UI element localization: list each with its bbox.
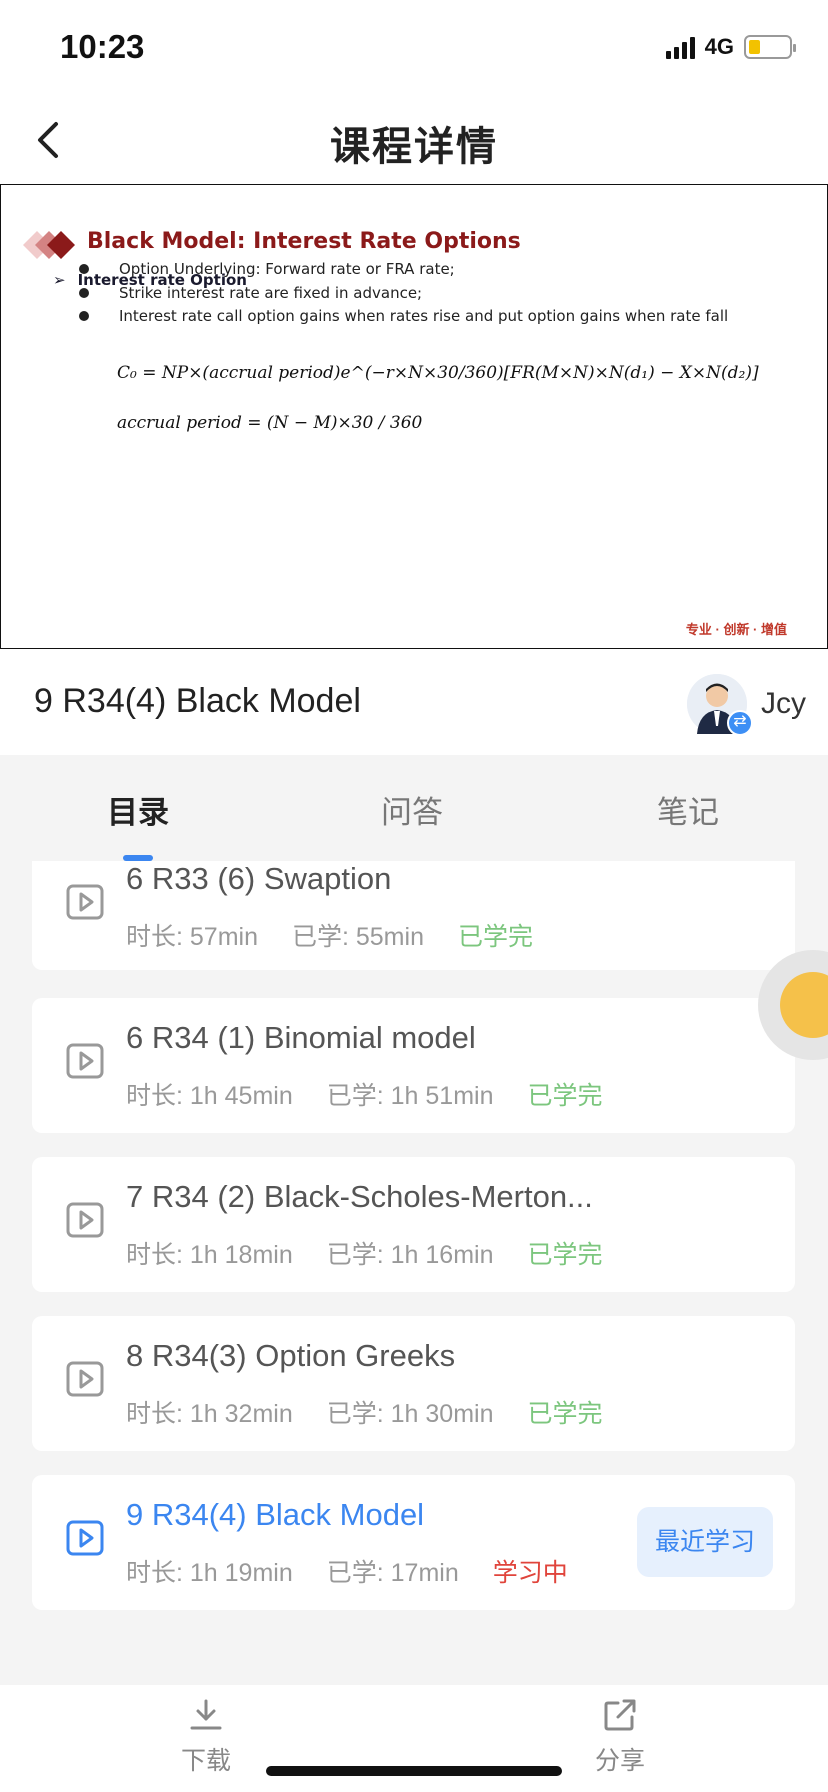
teacher-avatar[interactable]: ⇄ xyxy=(687,674,753,736)
share-label: 分享 xyxy=(594,1747,645,1775)
status-icons: 4G xyxy=(665,34,796,60)
lesson-info: 9 R34(4) Black Model ⇄ Jcy xyxy=(0,650,828,755)
tab-bar: 目录 问答 笔记 xyxy=(0,755,828,861)
chapter-status: 已学完 xyxy=(527,1400,603,1428)
chapter-item-current[interactable]: 9 R34(4) Black Model 时长: 1h 19min 已学: 17m… xyxy=(32,1475,795,1610)
slide-formula: accrual period = (N − M)×30 / 360 xyxy=(117,413,423,433)
network-label: 4G xyxy=(704,34,734,59)
download-button[interactable]: 下载 xyxy=(166,1697,246,1777)
recent-study-button[interactable]: 最近学习 xyxy=(637,1507,773,1577)
chapter-studied: 已学: 1h 51min xyxy=(326,1082,494,1110)
status-bar: 10:23 4G xyxy=(0,0,828,96)
download-label: 下载 xyxy=(180,1747,231,1775)
play-icon xyxy=(66,1043,104,1079)
teacher-name: Jcy xyxy=(761,687,806,720)
chapter-duration: 时长: 1h 45min xyxy=(126,1082,293,1110)
chapter-status: 已学完 xyxy=(457,923,533,951)
play-icon xyxy=(66,1361,104,1397)
signal-icon xyxy=(665,35,695,59)
slide-formula: C₀ = NP×(accrual period)e^(−r×N×30/360)[… xyxy=(117,363,759,383)
chapter-title: 6 R34 (1) Binomial model xyxy=(126,1020,476,1055)
video-player[interactable]: Black Model: Interest Rate Options ➢ Inte… xyxy=(0,184,828,649)
slide-title: Black Model: Interest Rate Options xyxy=(87,229,521,254)
download-icon xyxy=(190,1699,222,1730)
chapter-meta: 时长: 1h 32min 已学: 1h 30min 已学完 xyxy=(126,1394,603,1430)
tab-notes[interactable]: 笔记 xyxy=(657,787,719,832)
chapter-title: 9 R34(4) Black Model xyxy=(126,1497,425,1532)
chapter-meta: 时长: 57min 已学: 55min 已学完 xyxy=(126,917,533,953)
chapter-item[interactable]: 6 R33 (6) Swaption 时长: 57min 已学: 55min 已学完 xyxy=(32,861,795,970)
switch-icon: ⇄ xyxy=(727,710,753,736)
slide-decoration-icon xyxy=(23,231,75,259)
slide-brand: 专业 · 创新 · 增值 xyxy=(685,622,787,637)
chapter-item[interactable]: 8 R34(3) Option Greeks 时长: 1h 32min 已学: 1… xyxy=(32,1316,795,1451)
chapter-meta: 时长: 1h 19min 已学: 17min 学习中 xyxy=(126,1553,568,1589)
chapter-duration: 时长: 57min xyxy=(126,923,258,951)
chapter-title: 8 R34(3) Option Greeks xyxy=(126,1338,456,1373)
slide-bullet: Strike interest rate are fixed in advanc… xyxy=(79,282,777,304)
chapter-list[interactable]: 6 R33 (6) Swaption 时长: 57min 已学: 55min 已学完… xyxy=(32,861,795,1611)
slide-bullet: Option Underlying: Forward rate or FRA r… xyxy=(79,258,777,280)
chapter-duration: 时长: 1h 19min xyxy=(126,1559,293,1587)
play-icon xyxy=(66,884,104,920)
battery-icon xyxy=(744,35,796,59)
chapter-duration: 时长: 1h 32min xyxy=(126,1400,293,1428)
nav-header: 课程详情 xyxy=(0,96,828,184)
chapter-studied: 已学: 55min xyxy=(291,923,424,951)
teacher-info[interactable]: ⇄ Jcy xyxy=(687,674,806,736)
share-button[interactable]: 分享 xyxy=(580,1697,660,1777)
chapter-studied: 已学: 17min xyxy=(326,1559,459,1587)
chapter-status: 已学完 xyxy=(527,1082,603,1110)
chapter-duration: 时长: 1h 18min xyxy=(126,1241,293,1269)
chapter-meta: 时长: 1h 18min 已学: 1h 16min 已学完 xyxy=(126,1235,603,1271)
chapter-title: 6 R33 (6) Swaption xyxy=(126,861,392,896)
page-title: 课程详情 xyxy=(330,125,498,169)
lesson-title: 9 R34(4) Black Model xyxy=(34,682,361,720)
chapter-item[interactable]: 6 R34 (1) Binomial model 时长: 1h 45min 已学:… xyxy=(32,998,795,1133)
chapter-status: 已学完 xyxy=(527,1241,603,1269)
tab-qa[interactable]: 问答 xyxy=(381,787,443,832)
tab-catalog[interactable]: 目录 xyxy=(107,787,169,832)
share-icon xyxy=(604,1699,636,1731)
chapter-studied: 已学: 1h 30min xyxy=(326,1400,494,1428)
slide-bullet: Interest rate call option gains when rat… xyxy=(79,305,777,327)
play-icon xyxy=(66,1520,104,1556)
status-time: 10:23 xyxy=(60,28,145,65)
chapter-title: 7 R34 (2) Black-Scholes-Merton... xyxy=(126,1179,593,1214)
assistant-avatar-icon xyxy=(780,972,828,1038)
chapter-meta: 时长: 1h 45min 已学: 1h 51min 已学完 xyxy=(126,1076,603,1112)
chapter-status: 学习中 xyxy=(492,1559,568,1587)
home-indicator[interactable] xyxy=(266,1766,562,1776)
chapter-item[interactable]: 7 R34 (2) Black-Scholes-Merton... 时长: 1h… xyxy=(32,1157,795,1292)
play-icon xyxy=(66,1202,104,1238)
chapter-studied: 已学: 1h 16min xyxy=(326,1241,494,1269)
